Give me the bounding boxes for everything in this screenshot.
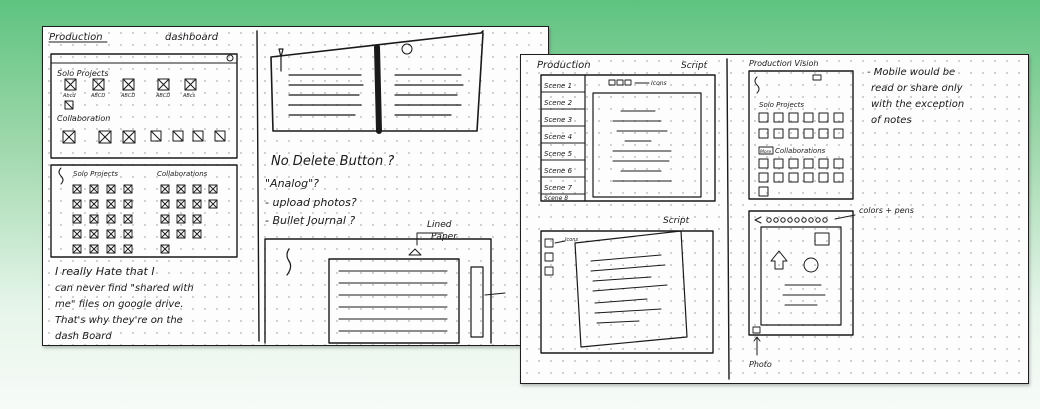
note-line-3: me" files on google drive.: [55, 299, 184, 310]
script-view-title-script: Script: [681, 61, 708, 71]
script-view-2-text-lines: [590, 254, 668, 324]
mobile-badge: [812, 74, 822, 81]
scene-item-6: Scene 6: [544, 167, 573, 175]
scene-item-4: Scene 4: [544, 133, 572, 141]
scene-item-3: Scene 3: [544, 116, 572, 124]
mobile-note-line-3: with the exception: [871, 99, 964, 110]
scene-item-5: Scene 5: [544, 150, 573, 158]
mobile-canvas-text-lines: [782, 284, 826, 306]
pen-icon: [278, 48, 284, 72]
mobile-note-line-2: read or share only: [871, 83, 964, 94]
question-analog: "Analog"?: [265, 177, 319, 190]
right-sketch-drawing: Production Script Scene 1 Scene 2 Scene …: [537, 58, 964, 380]
fold-line-right: [726, 58, 730, 380]
photo-arrow: [753, 336, 761, 356]
script-view-2-icons-label: Icons: [565, 237, 578, 243]
item-label-1: Abcd: [62, 93, 76, 99]
left-sketch-sheet: Production dashboard Solo Projects Abcd …: [42, 26, 549, 346]
item-label-4: ABCD: [155, 93, 170, 99]
mobile-lightbulb-icon: [754, 76, 760, 94]
dashboard-title-dashboard: dashboard: [165, 32, 219, 43]
item-label-3: ABCD: [120, 93, 135, 99]
mobile-collab-heading: Collaborations: [775, 147, 826, 155]
settings-icon: [226, 54, 234, 62]
lightbulb-icon: [58, 167, 64, 185]
dashboard-alt-thumbnail-grid: [72, 184, 218, 254]
mobile-more-label: More: [760, 149, 771, 155]
dashboard-alt-frame: [50, 164, 238, 258]
photo-label: Photo: [749, 360, 772, 369]
color-pen-dots: [754, 214, 856, 224]
mobile-drawing-frame: [748, 210, 854, 336]
script-view-2-title: Script: [663, 216, 690, 226]
scene-item-2: Scene 2: [544, 99, 573, 107]
lined-label-2: Paper: [431, 232, 458, 242]
note-line-1: I really Hate that I: [55, 265, 155, 278]
fold-line: [256, 30, 260, 342]
scene-item-7: Scene 7: [544, 184, 573, 192]
toolbar-icons: [608, 79, 650, 86]
item-label-5: ABcs: [182, 93, 196, 99]
scene-item-1: Scene 1: [544, 82, 572, 90]
solo-projects-heading: Solo Projects: [57, 69, 109, 78]
collaboration-thumbnails: [62, 130, 226, 144]
script-view-title-production: Production: [537, 60, 591, 71]
note-line-4: That's why they're on the: [55, 315, 183, 326]
mobile-solo-heading: Solo Projects: [759, 101, 804, 109]
mobile-view-frame: [748, 70, 854, 200]
smiley-icon: [401, 43, 413, 55]
mobile-note-line-1: - Mobile would be: [867, 67, 955, 78]
question-no-delete: No Delete Button ?: [271, 154, 394, 169]
lined-label-1: Lined: [427, 220, 452, 230]
scene-item-8: Scene 8: [544, 195, 568, 202]
question-upload-photos: - upload photos?: [265, 196, 357, 209]
mobile-view-title: Production Vision: [749, 59, 818, 68]
script-view-2-icons: [544, 238, 566, 276]
lined-paper-sketch: [264, 232, 506, 344]
right-sketch-sheet: Production Script Scene 1 Scene 2 Scene …: [520, 54, 1029, 384]
note-line-2: can never find "shared with: [55, 283, 194, 294]
script-text-lines: [612, 110, 672, 182]
notebook-sketch: [270, 30, 484, 134]
note-line-5: dash Board: [55, 331, 112, 342]
dashboard-alt-solo-heading: Solo Projects: [73, 170, 118, 178]
script-view-2-page: [574, 230, 688, 348]
smiley-face-icon: [803, 257, 819, 273]
dashboard-alt-collab-heading: Collaborations: [157, 170, 208, 178]
script-icons-label: Icons: [651, 80, 667, 87]
photo-button-icon: [752, 326, 761, 334]
image-placeholder-icon: [814, 232, 830, 246]
scene-list: [540, 91, 586, 195]
question-bullet-journal: - Bullet Journal ?: [265, 214, 355, 227]
side-toolbar: [470, 266, 484, 338]
mobile-note-line-4: of notes: [871, 115, 912, 126]
dashboard-title-production: Production: [49, 32, 103, 43]
item-label-2: ABCD: [90, 93, 105, 99]
colors-pens-label: colors + pens: [859, 206, 914, 215]
collaboration-heading: Collaboration: [57, 114, 110, 123]
left-sketch-drawing: Production dashboard Solo Projects Abcd …: [48, 30, 506, 344]
upload-arrow-icon: [770, 250, 788, 270]
